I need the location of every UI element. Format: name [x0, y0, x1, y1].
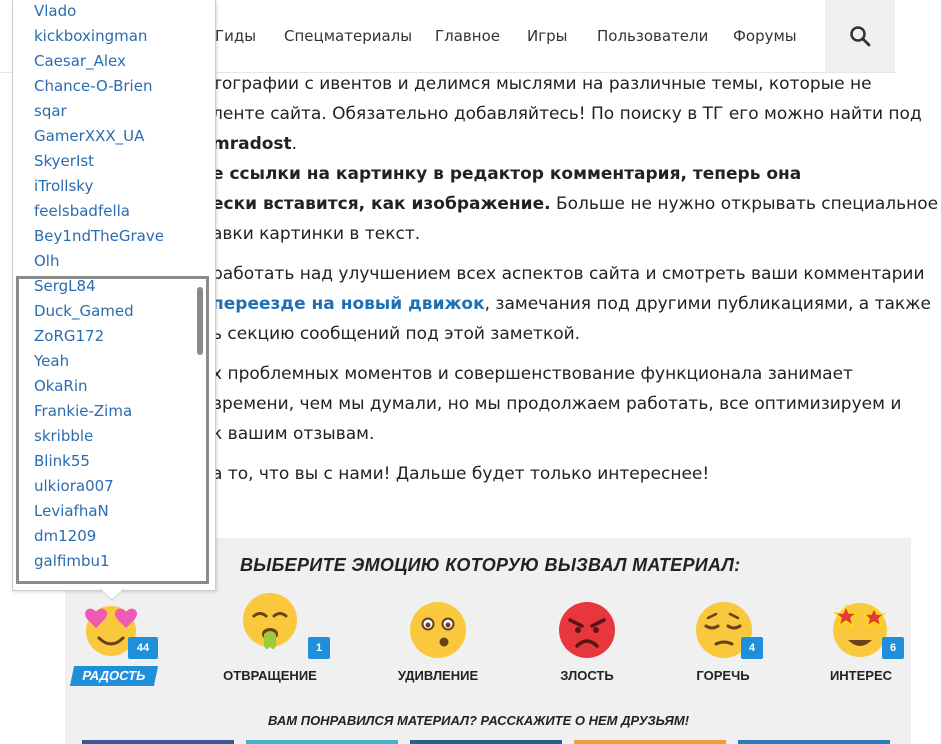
list-item[interactable]: Bey1ndTheGrave [34, 227, 164, 245]
list-item[interactable]: iTrollsky [34, 177, 93, 195]
angry-emoji-icon[interactable] [557, 600, 617, 660]
nav-item-users[interactable]: Пользователи [597, 27, 708, 45]
share-button-5[interactable] [738, 740, 890, 744]
emotion-panel-title: ВЫБЕРИТЕ ЭМОЦИЮ КОТОРУЮ ВЫЗВАЛ МАТЕРИАЛ: [240, 555, 741, 575]
nav-item-main[interactable]: Главное [435, 27, 500, 45]
emotion-count-interest: 6 [882, 637, 904, 659]
disgust-emoji-icon[interactable] [240, 592, 304, 658]
search-button[interactable] [825, 0, 895, 72]
list-item[interactable]: Vlado [34, 2, 76, 20]
emotion-label-joy[interactable]: РАДОСТЬ [69, 666, 159, 686]
list-item[interactable]: sqar [34, 102, 67, 120]
emotion-count-joy: 44 [128, 637, 158, 659]
article-line: работать над улучшением всех аспектов са… [212, 264, 925, 284]
list-item[interactable]: Olh [34, 252, 59, 270]
article-line: ленте сайта. Обязательно добавляйтесь! П… [212, 104, 922, 124]
article-line: тографии с ивентов и делимся мыслями на … [212, 74, 872, 94]
share-prompt: ВАМ ПОНРАВИЛСЯ МАТЕРИАЛ? РАССКАЖИТЕ О НЕ… [268, 713, 690, 728]
article-line: авки картинки в текст. [212, 224, 421, 244]
user-dropdown-list[interactable]: Vlado kickboxingman Caesar_Alex Chance-O… [12, 0, 216, 591]
emotion-count-sorrow: 4 [741, 637, 763, 659]
article-line: mradost. [212, 134, 298, 154]
surprised-emoji-icon[interactable] [408, 600, 468, 660]
list-item[interactable]: feelsbadfella [34, 202, 130, 220]
article-line: ь секцию сообщений под этой заметкой. [212, 324, 581, 344]
dropdown-scroll-region [16, 276, 209, 584]
nav-item-games[interactable]: Игры [527, 27, 567, 45]
engine-move-link[interactable]: переезде на новый движок [212, 294, 485, 314]
dropdown-scrollbar-thumb[interactable] [197, 287, 203, 355]
emotion-label-surprise[interactable]: УДИВЛЕНИЕ [378, 668, 498, 683]
emotion-label-sorrow[interactable]: ГОРЕЧЬ [663, 668, 783, 683]
article-line: ески вставится, как изображение. Больше … [212, 194, 939, 214]
search-icon [850, 26, 871, 47]
emotion-label-interest[interactable]: ИНТЕРЕС [801, 668, 921, 683]
article-line: переезде на новый движок, замечания под … [212, 294, 931, 314]
nav-item-forums[interactable]: Форумы [733, 27, 797, 45]
article-line: к вашим отзывам. [212, 424, 375, 444]
emotion-label-anger[interactable]: ЗЛОСТЬ [527, 668, 647, 683]
telegram-handle: mradost [212, 134, 292, 154]
list-item[interactable]: Caesar_Alex [34, 52, 126, 70]
list-item[interactable]: Chance-O-Brien [34, 77, 152, 95]
list-item[interactable]: GamerXXX_UA [34, 127, 144, 145]
share-button-1[interactable] [82, 740, 234, 744]
nav-item-guides[interactable]: Гиды [215, 27, 256, 45]
list-item[interactable]: kickboxingman [34, 27, 147, 45]
list-item[interactable]: SkyerIst [34, 152, 94, 170]
dropdown-pointer-arrow [100, 589, 124, 601]
article-line: е ссылки на картинку в редактор коммента… [212, 164, 802, 184]
share-button-4[interactable] [574, 740, 726, 744]
share-button-3[interactable] [410, 740, 562, 744]
emotion-label-disgust[interactable]: ОТВРАЩЕНИЕ [210, 668, 330, 683]
nav-item-specials[interactable]: Спецматериалы [284, 27, 412, 45]
article-line: а то, что вы с нами! Дальше будет только… [212, 464, 710, 484]
emotion-count-disgust: 1 [308, 637, 330, 659]
article-line: времени, чем мы думали, но мы продолжаем… [212, 394, 902, 414]
share-button-2[interactable] [246, 740, 398, 744]
article-line: х проблемных моментов и совершенствовани… [212, 364, 853, 384]
